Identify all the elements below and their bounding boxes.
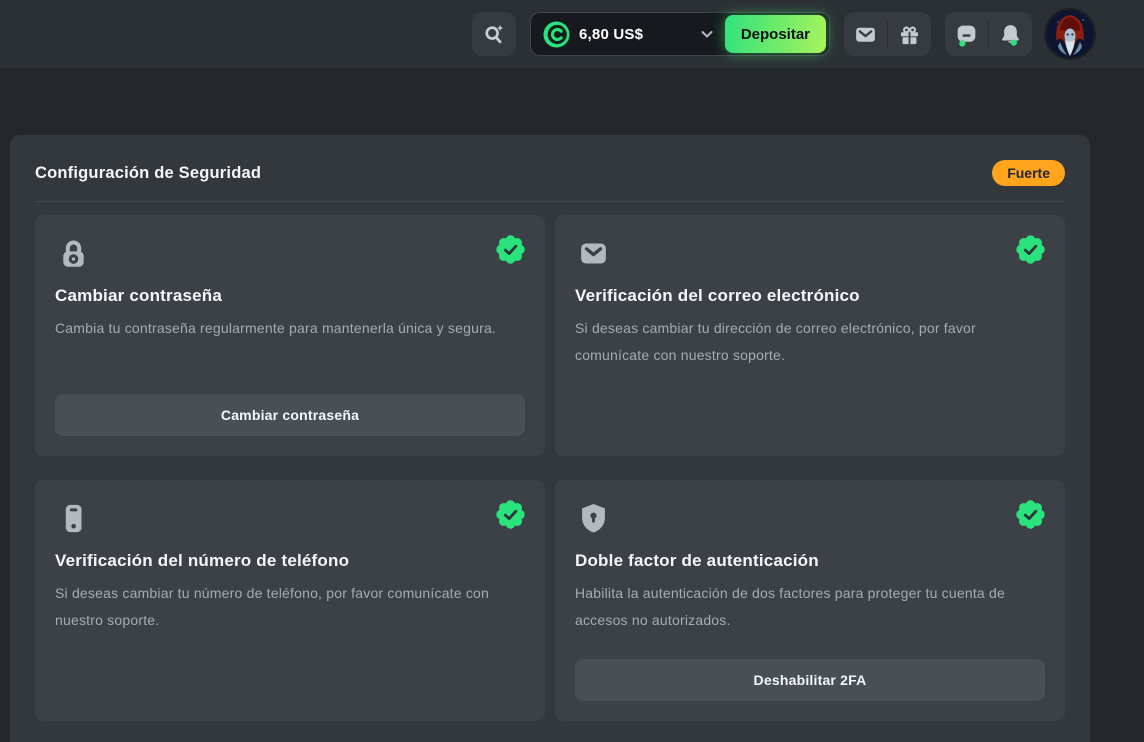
balance-amount: 6,80 US$ (579, 26, 643, 43)
bell-icon (998, 22, 1023, 47)
chat-button[interactable] (945, 12, 988, 56)
security-settings-panel: Configuración de Seguridad Fuerte (10, 135, 1090, 742)
card-change-password: Cambiar contraseña Cambia tu contraseña … (35, 215, 545, 456)
security-cards-grid: Cambiar contraseña Cambia tu contraseña … (35, 215, 1065, 721)
topbar: 6,80 US$ Depositar (0, 0, 1144, 68)
gift-icon (897, 22, 922, 47)
card-phone-verification: Verificación del número de teléfono Si d… (35, 480, 545, 721)
shield-icon (575, 500, 612, 537)
card-description: Cambia tu contraseña regularmente para m… (55, 315, 525, 342)
verified-badge-icon (496, 500, 525, 529)
avatar[interactable] (1046, 10, 1094, 58)
change-password-button[interactable]: Cambiar contraseña (55, 394, 525, 436)
gift-button[interactable] (888, 12, 931, 56)
card-email-verification: Verificación del correo electrónico Si d… (555, 215, 1065, 456)
card-two-factor-auth: Doble factor de autenticación Habilita l… (555, 480, 1065, 721)
lock-icon (55, 235, 92, 272)
phone-icon (55, 500, 92, 537)
verified-badge-icon (496, 235, 525, 264)
password-strength-badge: Fuerte (992, 160, 1065, 186)
mail-icon (575, 235, 612, 272)
coin-icon (543, 21, 570, 48)
mail-button[interactable] (844, 12, 887, 56)
verified-badge-icon (1016, 500, 1045, 529)
page-title: Configuración de Seguridad (35, 164, 261, 183)
divider (35, 201, 1065, 202)
chevron-down-icon (699, 26, 715, 42)
card-description: Si deseas cambiar tu número de teléfono,… (55, 580, 525, 635)
card-title: Cambiar contraseña (55, 286, 525, 306)
deposit-button[interactable]: Depositar (725, 15, 826, 53)
mail-gift-group (844, 12, 931, 56)
disable-2fa-button[interactable]: Deshabilitar 2FA (575, 659, 1045, 701)
search-sparkle-icon (481, 21, 507, 47)
panel-header: Configuración de Seguridad Fuerte (35, 160, 1065, 186)
notifications-button[interactable] (989, 12, 1032, 56)
verified-badge-icon (1016, 235, 1045, 264)
chat-bell-group (945, 12, 1032, 56)
card-title: Verificación del número de teléfono (55, 551, 525, 571)
search-button[interactable] (472, 12, 516, 56)
balance-dropdown[interactable]: 6,80 US$ Depositar (530, 12, 830, 56)
chat-icon (954, 22, 979, 47)
card-title: Doble factor de autenticación (575, 551, 1045, 571)
card-title: Verificación del correo electrónico (575, 286, 1045, 306)
card-description: Habilita la autenticación de dos factore… (575, 580, 1045, 635)
card-description: Si deseas cambiar tu dirección de correo… (575, 315, 1045, 370)
mail-icon (853, 22, 878, 47)
